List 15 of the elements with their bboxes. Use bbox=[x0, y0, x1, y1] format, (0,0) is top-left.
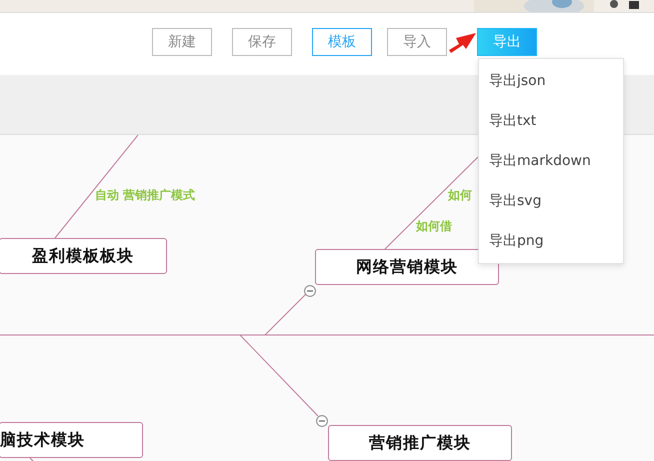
menu-item[interactable]: 导出json bbox=[479, 61, 623, 101]
toolbar-button[interactable]: 新建 bbox=[152, 28, 212, 56]
mind-map-node[interactable]: 盈利模板板块 bbox=[0, 238, 167, 274]
collapse-icon[interactable] bbox=[304, 285, 316, 297]
collapse-icon[interactable] bbox=[316, 415, 328, 427]
menu-item[interactable]: 导出svg bbox=[479, 181, 623, 221]
mind-map-node[interactable]: 脑技术模块 bbox=[0, 422, 143, 458]
mind-map-node[interactable]: 网络营销模块 bbox=[315, 249, 499, 285]
toolbar-button[interactable]: 导入 bbox=[387, 28, 447, 56]
mind-map-node[interactable]: 营销推广模块 bbox=[328, 425, 512, 461]
arrow-icon bbox=[449, 32, 477, 54]
menu-item[interactable]: 导出markdown bbox=[479, 141, 623, 181]
menu-item[interactable]: 导出txt bbox=[479, 101, 623, 141]
toolbar-button[interactable]: 保存 bbox=[232, 28, 292, 56]
branch-line bbox=[30, 458, 36, 461]
